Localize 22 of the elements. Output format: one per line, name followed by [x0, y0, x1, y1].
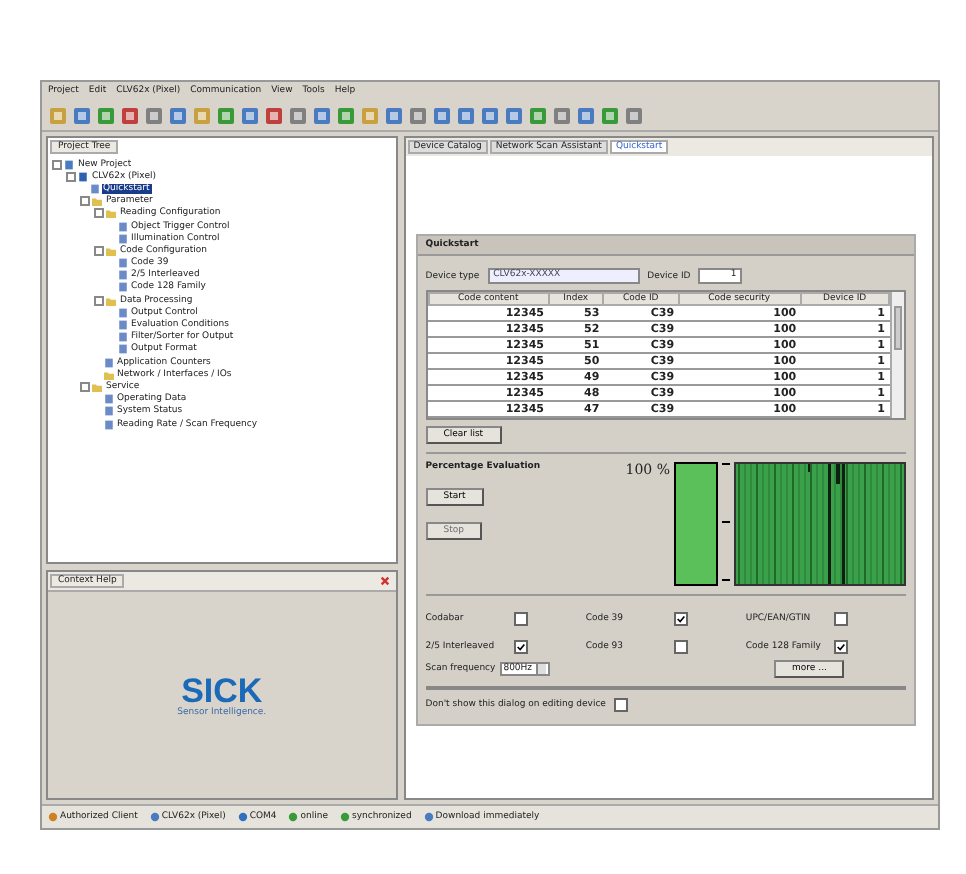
checkbox[interactable]: [673, 612, 688, 626]
collapse-toggle[interactable]: [94, 295, 104, 306]
scrollbar[interactable]: [890, 292, 904, 418]
checkbox[interactable]: [673, 640, 688, 654]
checkbox[interactable]: [833, 612, 848, 626]
status-icon: [288, 812, 299, 822]
folder-icon: [106, 245, 116, 256]
collapse-toggle[interactable]: [94, 245, 104, 256]
checkbox[interactable]: [513, 640, 528, 654]
checkbox[interactable]: [833, 640, 848, 654]
status-icon: [340, 812, 351, 822]
status-icon: [48, 812, 58, 822]
logo-text: SICK: [181, 673, 263, 707]
status-icon: [149, 812, 160, 822]
checkbox[interactable]: [613, 698, 628, 712]
close-icon[interactable]: [379, 576, 390, 586]
folder-icon: [106, 295, 116, 306]
checkbox[interactable]: [513, 612, 528, 626]
status-icon: [423, 812, 434, 822]
status-icon: [237, 812, 248, 822]
page-icon: [89, 183, 99, 194]
collapse-toggle[interactable]: [80, 381, 90, 392]
